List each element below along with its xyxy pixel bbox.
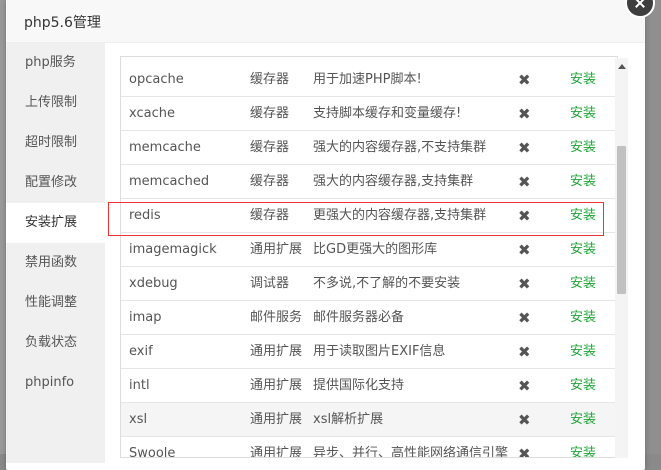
background-page-right bbox=[645, 0, 661, 454]
extension-row: xdebug 调试器 不多说,不了解的不要安装 ✖ 安装 bbox=[121, 267, 617, 301]
install-link[interactable]: 安装 bbox=[570, 301, 596, 335]
extension-name: redis bbox=[129, 208, 161, 223]
extension-type: 调试器 bbox=[250, 276, 290, 291]
sidebar-item[interactable]: 上传限制 bbox=[6, 83, 105, 123]
extension-description: 用于加速PHP脚本! bbox=[313, 72, 422, 87]
extension-type: 缓存器 bbox=[250, 174, 290, 189]
status-not-installed-icon: ✖ bbox=[518, 207, 531, 225]
extension-description: xsl解析扩展 bbox=[313, 412, 384, 427]
install-link[interactable]: 安装 bbox=[570, 267, 596, 301]
extension-name: Swoole bbox=[129, 446, 176, 458]
extension-row: imap 邮件服务 邮件服务器必备 ✖ 安装 bbox=[121, 301, 617, 335]
install-link[interactable]: 安装 bbox=[570, 369, 596, 403]
sidebar-item[interactable]: 安装扩展 bbox=[6, 203, 105, 243]
extension-row: redis 缓存器 更强大的内容缓存器,支持集群 ✖ 安装 bbox=[121, 199, 617, 233]
extension-type: 缓存器 bbox=[250, 106, 290, 121]
sidebar-item[interactable]: 配置修改 bbox=[6, 163, 105, 203]
status-not-installed-icon: ✖ bbox=[518, 173, 531, 191]
extension-row: exif 通用扩展 用于读取图片EXIF信息 ✖ 安装 bbox=[121, 335, 617, 369]
install-link[interactable]: 安装 bbox=[570, 233, 596, 267]
sidebar-item[interactable]: php服务 bbox=[6, 43, 105, 83]
extension-description: 不多说,不了解的不要安装 bbox=[313, 276, 461, 291]
status-not-installed-icon: ✖ bbox=[518, 309, 531, 327]
status-not-installed-icon: ✖ bbox=[518, 71, 531, 89]
install-link[interactable]: 安装 bbox=[570, 437, 596, 457]
install-link[interactable]: 安装 bbox=[570, 199, 596, 233]
status-not-installed-icon: ✖ bbox=[518, 241, 531, 259]
install-link[interactable]: 安装 bbox=[570, 131, 596, 165]
dialog-titlebar: php5.6管理 bbox=[6, 0, 645, 43]
extension-type: 邮件服务 bbox=[250, 310, 303, 325]
extension-name: intl bbox=[129, 378, 150, 393]
extension-type: 缓存器 bbox=[250, 72, 290, 87]
extension-name: memcache bbox=[129, 140, 201, 155]
sidebar-item[interactable]: phpinfo bbox=[6, 363, 105, 403]
sidebar-item[interactable]: 禁用函数 bbox=[6, 243, 105, 283]
status-not-installed-icon: ✖ bbox=[518, 139, 531, 157]
extension-name: xdebug bbox=[129, 276, 178, 291]
extension-type: 缓存器 bbox=[250, 208, 290, 223]
extension-type: 通用扩展 bbox=[250, 242, 303, 257]
extension-type: 通用扩展 bbox=[250, 344, 303, 359]
extension-description: 邮件服务器必备 bbox=[313, 310, 405, 325]
extension-description: 用于读取图片EXIF信息 bbox=[313, 344, 446, 359]
extension-description: 更强大的内容缓存器,支持集群 bbox=[313, 208, 487, 223]
php-manager-dialog: php5.6管理 php服务 上传限制 超时限制 配置修改 安装扩展 禁用函数 性能调整 负载… bbox=[6, 0, 645, 470]
extension-row: Swoole 通用扩展 异步、并行、高性能网络通信引擎 ✖ 安装 bbox=[121, 437, 617, 458]
sidebar-item[interactable]: 负载状态 bbox=[6, 323, 105, 363]
extension-row: xsl 通用扩展 xsl解析扩展 ✖ 安装 bbox=[121, 403, 617, 437]
extension-name: xsl bbox=[129, 412, 148, 427]
extension-row: intl 通用扩展 提供国际化支持 ✖ 安装 bbox=[121, 369, 617, 403]
extension-name: imap bbox=[129, 310, 162, 325]
extension-type: 通用扩展 bbox=[250, 412, 303, 427]
extension-row: memcached 缓存器 强大的内容缓存器,支持集群 ✖ 安装 bbox=[121, 165, 617, 199]
sidebar: php服务 上传限制 超时限制 配置修改 安装扩展 禁用函数 性能调整 负载状态 phpinfo bbox=[6, 43, 105, 463]
extension-row: xcache 缓存器 支持脚本缓存和变量缓存! ✖ 安装 bbox=[121, 97, 617, 131]
status-not-installed-icon: ✖ bbox=[518, 377, 531, 395]
extension-name: xcache bbox=[129, 106, 175, 121]
extension-description: 比GD更强大的图形库 bbox=[313, 242, 438, 257]
extension-row: imagemagick 通用扩展 比GD更强大的图形库 ✖ 安装 bbox=[121, 233, 617, 267]
extension-name: opcache bbox=[129, 72, 184, 87]
extension-row: memcache 缓存器 强大的内容缓存器,不支持集群 ✖ 安装 bbox=[121, 131, 617, 165]
extension-type: 通用扩展 bbox=[250, 378, 303, 393]
status-not-installed-icon: ✖ bbox=[518, 411, 531, 429]
sidebar-item[interactable]: 性能调整 bbox=[6, 283, 105, 323]
install-link[interactable]: 安装 bbox=[570, 63, 596, 97]
extension-row: opcache 缓存器 用于加速PHP脚本! ✖ 安装 bbox=[121, 63, 617, 97]
extension-description: 异步、并行、高性能网络通信引擎 bbox=[313, 446, 509, 458]
extension-type: 通用扩展 bbox=[250, 446, 303, 458]
extension-name: imagemagick bbox=[129, 242, 217, 257]
install-link[interactable]: 安装 bbox=[570, 97, 596, 131]
install-link[interactable]: 安装 bbox=[570, 403, 596, 437]
dialog-title: php5.6管理 bbox=[24, 15, 101, 31]
scrollbar-thumb[interactable] bbox=[617, 146, 626, 294]
extension-description: 强大的内容缓存器,不支持集群 bbox=[313, 140, 487, 155]
status-not-installed-icon: ✖ bbox=[518, 275, 531, 293]
extensions-table: opcache 缓存器 用于加速PHP脚本! ✖ 安装 xcache 缓存器 支持脚本缓存和变… bbox=[120, 56, 618, 458]
sidebar-item[interactable]: 超时限制 bbox=[6, 123, 105, 163]
extension-description: 支持脚本缓存和变量缓存! bbox=[313, 106, 462, 121]
status-not-installed-icon: ✖ bbox=[518, 445, 531, 458]
extension-type: 缓存器 bbox=[250, 140, 290, 155]
status-not-installed-icon: ✖ bbox=[518, 105, 531, 123]
extension-description: 提供国际化支持 bbox=[313, 378, 405, 393]
install-link[interactable]: 安装 bbox=[570, 165, 596, 199]
extensions-panel: opcache 缓存器 用于加速PHP脚本! ✖ 安装 xcache 缓存器 支持脚本缓存和变… bbox=[106, 43, 645, 463]
extension-name: memcached bbox=[129, 174, 210, 189]
status-not-installed-icon: ✖ bbox=[518, 343, 531, 361]
install-link[interactable]: 安装 bbox=[570, 335, 596, 369]
extension-description: 强大的内容缓存器,支持集群 bbox=[313, 174, 474, 189]
extension-name: exif bbox=[129, 344, 153, 359]
scroll-up-arrow-icon[interactable] bbox=[618, 64, 626, 69]
